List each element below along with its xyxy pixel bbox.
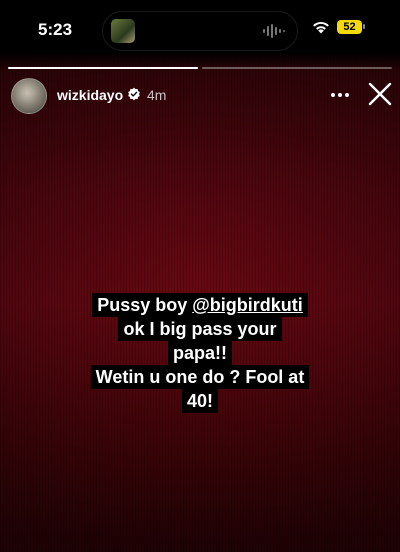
avatar[interactable]	[11, 78, 47, 114]
caption-line-1: Pussy boy @bigbirdkuti	[92, 293, 308, 317]
close-icon[interactable]	[366, 80, 394, 108]
battery-tip	[363, 24, 365, 29]
wifi-icon	[313, 21, 329, 34]
audio-waveform-icon	[263, 24, 285, 38]
caption-line-4: Wetin u one do ? Fool at	[90, 365, 310, 389]
story-background	[0, 0, 400, 552]
progress-fill	[8, 67, 198, 69]
battery-indicator: 52	[337, 20, 362, 34]
post-time: 4m	[147, 87, 167, 103]
caption-line-2: ok I big pass your	[118, 317, 282, 341]
username[interactable]: wizkidayo	[57, 87, 123, 103]
caption-prefix: Pussy boy	[97, 295, 193, 315]
mention-link[interactable]: @bigbirdkuti	[192, 295, 303, 315]
verified-badge-icon	[128, 87, 140, 101]
story-caption: Pussy boy @bigbirdkuti ok I big pass you…	[58, 293, 342, 413]
caption-line-3: papa!!	[168, 341, 232, 365]
now-playing-artwork	[111, 19, 135, 43]
caption-line-5: 40!	[181, 389, 218, 413]
story-progress	[8, 67, 392, 70]
progress-segment	[8, 67, 198, 69]
more-options-icon[interactable]	[330, 86, 350, 104]
dynamic-island[interactable]	[102, 11, 298, 51]
status-time: 5:23	[38, 20, 73, 39]
progress-segment	[202, 67, 392, 69]
